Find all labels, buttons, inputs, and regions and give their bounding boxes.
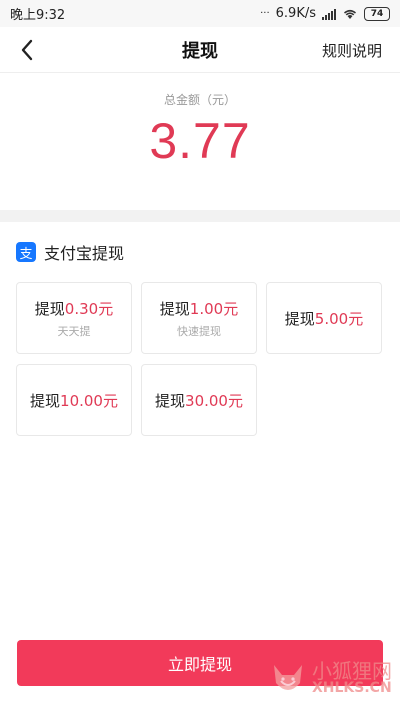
withdraw-option-0.30[interactable]: 提现0.30元 天天提 bbox=[16, 282, 132, 354]
option-subtitle: 快速提现 bbox=[177, 324, 221, 338]
withdraw-option-10.00[interactable]: 提现10.00元 bbox=[16, 364, 132, 436]
page-title: 提现 bbox=[182, 40, 218, 62]
option-label: 提现30.00元 bbox=[155, 390, 243, 411]
option-amount: 30.00元 bbox=[185, 391, 243, 410]
option-label: 提现10.00元 bbox=[30, 390, 118, 411]
watermark-text-cn: 小狐狸网 bbox=[312, 659, 392, 684]
watermark-text-en: XHLKS.CN bbox=[312, 680, 392, 697]
balance-label: 总金额（元） bbox=[163, 93, 236, 107]
option-label: 提现5.00元 bbox=[285, 308, 363, 329]
watermark: 小狐狸网 XHLKS.CN bbox=[268, 659, 392, 699]
status-time: 晚上9:32 bbox=[10, 8, 66, 23]
option-subtitle: 天天提 bbox=[57, 324, 91, 338]
option-amount: 1.00元 bbox=[189, 299, 239, 318]
status-indicators: ··· 6.9K/s 74 bbox=[260, 6, 390, 21]
option-label: 提现0.30元 bbox=[35, 298, 113, 319]
status-dots: ··· bbox=[260, 8, 270, 19]
option-prefix: 提现 bbox=[155, 391, 186, 410]
battery-icon: 74 bbox=[364, 6, 390, 21]
network-speed: 6.9K/s bbox=[275, 6, 316, 21]
option-prefix: 提现 bbox=[159, 299, 190, 318]
alipay-icon: 支 bbox=[16, 242, 36, 262]
withdraw-option-30.00[interactable]: 提现30.00元 bbox=[141, 364, 257, 436]
option-label: 提现1.00元 bbox=[160, 298, 238, 319]
wifi-icon bbox=[343, 9, 357, 19]
withdraw-option-1.00[interactable]: 提现1.00元 快速提现 bbox=[141, 282, 257, 354]
withdraw-method-label: 支付宝提现 bbox=[44, 244, 125, 263]
balance-section: 总金额（元） 3.77 bbox=[0, 73, 400, 210]
chevron-left-icon bbox=[21, 39, 33, 61]
withdraw-option-5.00[interactable]: 提现5.00元 bbox=[266, 282, 382, 354]
option-prefix: 提现 bbox=[30, 391, 61, 410]
option-amount: 5.00元 bbox=[314, 309, 364, 328]
back-button[interactable] bbox=[10, 33, 44, 67]
withdraw-method-header: 支 支付宝提现 bbox=[16, 240, 124, 264]
fox-logo-icon bbox=[274, 665, 302, 690]
option-amount: 10.00元 bbox=[60, 391, 118, 410]
option-prefix: 提现 bbox=[34, 299, 65, 318]
rules-link[interactable]: 规则说明 bbox=[322, 40, 382, 61]
option-amount: 0.30元 bbox=[64, 299, 114, 318]
balance-amount: 3.77 bbox=[149, 113, 251, 169]
status-bar: 晚上9:32 ··· 6.9K/s 74 bbox=[0, 0, 400, 27]
signal-icon bbox=[322, 8, 336, 20]
nav-bar: 提现 规则说明 bbox=[0, 27, 400, 73]
option-prefix: 提现 bbox=[284, 309, 315, 328]
watermark-text: 小狐狸网 XHLKS.CN bbox=[312, 661, 392, 696]
section-divider bbox=[0, 210, 400, 222]
